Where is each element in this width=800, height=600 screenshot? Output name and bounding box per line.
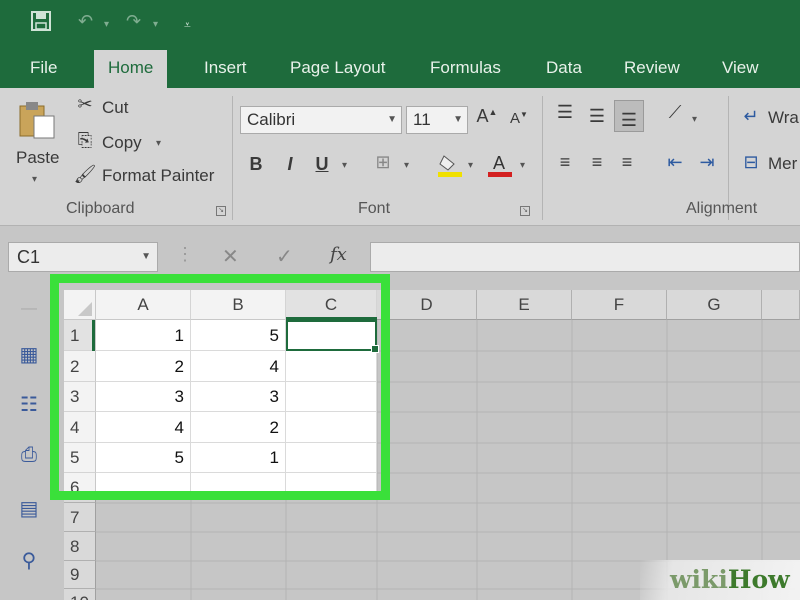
- watermark-wiki-text: wiki: [670, 565, 728, 594]
- highlight-frame: [50, 274, 390, 500]
- watermark-how-text: How: [727, 565, 790, 594]
- wikihow-watermark: wikiHow: [640, 560, 800, 600]
